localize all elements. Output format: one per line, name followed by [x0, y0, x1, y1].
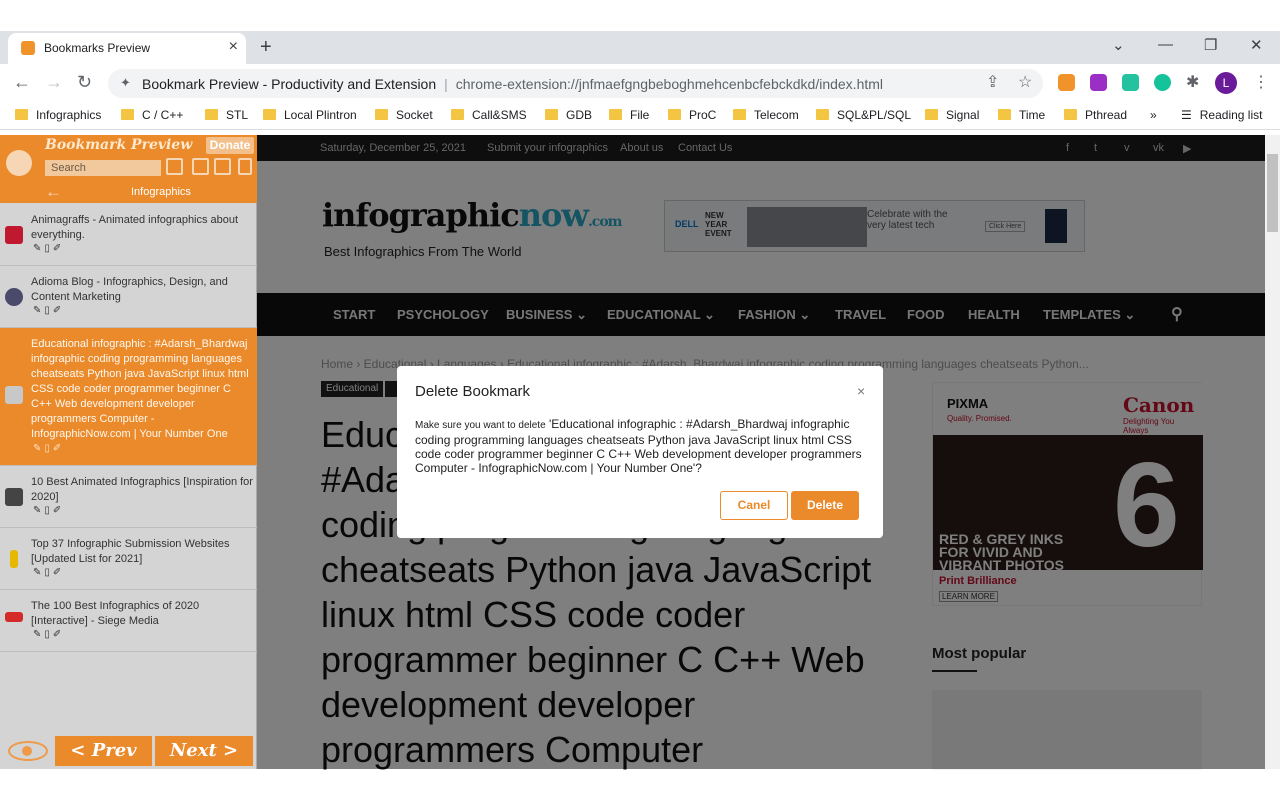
folder-icon: [998, 109, 1011, 120]
donate-button[interactable]: Donate: [206, 137, 254, 154]
bookmark-folder[interactable]: Local Plintron: [263, 108, 357, 122]
bookmark-star-icon[interactable]: ☆: [1018, 72, 1032, 92]
delete-button[interactable]: Delete: [791, 491, 859, 520]
close-window-icon[interactable]: ✕: [1250, 36, 1263, 54]
bookmark-folder[interactable]: Infographics: [15, 108, 101, 122]
folder-icon: [451, 109, 464, 120]
bookmark-search-input[interactable]: Search: [45, 160, 161, 176]
omnibox-url: chrome-extension://jnfmaefgngbeboghmehce…: [455, 76, 884, 92]
bookmark-folder[interactable]: Call&SMS: [451, 108, 527, 122]
dialog-message: Make sure you want to delete 'Educationa…: [415, 417, 865, 475]
bookmark-preview-extension-icon[interactable]: [1058, 74, 1075, 91]
menu-kebab-icon[interactable]: ⋮: [1253, 72, 1269, 92]
tab-close-icon[interactable]: ×: [229, 38, 238, 56]
reading-list[interactable]: ☰ Reading list: [1181, 108, 1262, 122]
bookmark-actions[interactable]: ✎▯✐: [33, 243, 64, 254]
animated-infographics-favicon-icon: [5, 488, 23, 506]
bookmark-folder[interactable]: Telecom: [733, 108, 799, 122]
folder-icon: [609, 109, 622, 120]
back-arrow-icon[interactable]: ←: [45, 182, 62, 202]
tab-favicon-icon: [21, 41, 35, 55]
bookmark-item-selected[interactable]: Educational infographic : #Adarsh_Bhardw…: [0, 328, 257, 466]
reading-list-icon: ☰: [1181, 108, 1192, 122]
folder-icon: [205, 109, 218, 120]
back-icon[interactable]: ←: [13, 72, 31, 93]
address-bar[interactable]: ✦ Bookmark Preview - Productivity and Ex…: [108, 69, 1043, 98]
profile-avatar[interactable]: L: [1215, 72, 1237, 94]
bookmark-actions[interactable]: ✎▯✐: [33, 629, 64, 640]
bookmark-item[interactable]: Adioma Blog - Infographics, Design, and …: [0, 266, 257, 328]
bookmark-actions[interactable]: ✎▯✐: [33, 305, 64, 316]
folder-icon: [15, 109, 28, 120]
bookmark-actions[interactable]: ✎▯✐: [33, 567, 64, 578]
adioma-favicon-icon: [5, 288, 23, 306]
bookmark-folder[interactable]: Time: [998, 108, 1045, 122]
folder-icon: [121, 109, 134, 120]
bookmark-folder[interactable]: Signal: [925, 108, 979, 122]
folder-icon: [1064, 109, 1077, 120]
bookmark-folder[interactable]: SQL&PL/SQL: [816, 108, 911, 122]
tab-title: Bookmarks Preview: [44, 41, 151, 55]
folder-icon: [263, 109, 276, 120]
address-text: Bookmark Preview - Productivity and Exte…: [142, 76, 883, 92]
folder-icon: [925, 109, 938, 120]
bookmark-folder[interactable]: File: [609, 108, 649, 122]
folder-icon: [668, 109, 681, 120]
tab-bookmarks-preview[interactable]: Bookmarks Preview ×: [8, 33, 246, 64]
new-bookmark-icon[interactable]: [238, 158, 252, 175]
folder-icon: [545, 109, 558, 120]
bookmark-folder[interactable]: C / C++: [121, 108, 183, 122]
restore-icon[interactable]: ❐: [1204, 36, 1217, 54]
preview-eye-icon[interactable]: [8, 741, 48, 761]
infographicnow-favicon-icon: [5, 386, 23, 404]
tab-search-icon[interactable]: ⌄: [1112, 36, 1125, 54]
folder-view-icon[interactable]: [166, 158, 183, 175]
bookmark-item[interactable]: Animagraffs - Animated infographics abou…: [0, 204, 257, 266]
bookmark-folder[interactable]: Socket: [375, 108, 433, 122]
bookmark-item[interactable]: The 100 Best Infographics of 2020 [Inter…: [0, 590, 257, 652]
extensions-icon[interactable]: ✱: [1186, 72, 1199, 92]
dialog-prefix: Make sure you want to delete: [415, 420, 546, 431]
reload-icon[interactable]: ↻: [77, 72, 92, 93]
siege-media-favicon-icon: [5, 612, 23, 622]
bookmark-actions[interactable]: ✎▯✐: [33, 505, 64, 516]
current-folder: Infographics: [131, 186, 191, 198]
bookmark-item[interactable]: 10 Best Animated Infographics [Inspirati…: [0, 466, 257, 528]
n-extension-icon[interactable]: [1122, 74, 1139, 91]
cancel-button[interactable]: Canel: [720, 491, 788, 520]
page-scrollbar-thumb[interactable]: [1267, 154, 1278, 232]
bookmark-folder[interactable]: Pthread: [1064, 108, 1127, 122]
dialog-close-icon[interactable]: ×: [857, 383, 865, 399]
bookmark-folder[interactable]: STL: [205, 108, 248, 122]
new-tab-icon[interactable]: +: [260, 36, 272, 59]
t-extension-icon[interactable]: [1090, 74, 1107, 91]
folder-icon: [733, 109, 746, 120]
bookmark-folder[interactable]: ProC: [668, 108, 716, 122]
bookmarks-bar: Infographics C / C++ STL Local Plintron …: [0, 102, 1280, 130]
submission-favicon-icon: [10, 550, 18, 568]
omnibox-title: Bookmark Preview - Productivity and Exte…: [142, 76, 437, 92]
animagraffs-favicon-icon: [5, 226, 23, 244]
share-icon[interactable]: ⇪: [986, 72, 999, 92]
folder-icon: [816, 109, 829, 120]
panel-title: Bookmark Preview: [45, 137, 193, 153]
extension-logo-icon: [6, 150, 32, 176]
folder-icon: [375, 109, 388, 120]
prev-button[interactable]: < Prev: [55, 736, 152, 766]
bookmark-folder[interactable]: GDB: [545, 108, 592, 122]
next-button[interactable]: Next >: [155, 736, 253, 766]
minimize-icon[interactable]: —: [1158, 36, 1173, 53]
extension-puzzle-icon: ✦: [120, 75, 131, 90]
forward-icon[interactable]: →: [45, 72, 63, 93]
dialog-title: Delete Bookmark: [415, 383, 531, 400]
new-folder-icon[interactable]: [214, 158, 231, 175]
omnibox-separator: |: [444, 76, 448, 92]
bookmarks-overflow-icon[interactable]: »: [1150, 108, 1157, 122]
bookmark-item[interactable]: Top 37 Infographic Submission Websites […: [0, 528, 257, 590]
grammarly-extension-icon[interactable]: [1154, 74, 1171, 91]
list-view-icon[interactable]: [192, 158, 209, 175]
bookmark-actions[interactable]: ✎▯✐: [33, 443, 64, 454]
